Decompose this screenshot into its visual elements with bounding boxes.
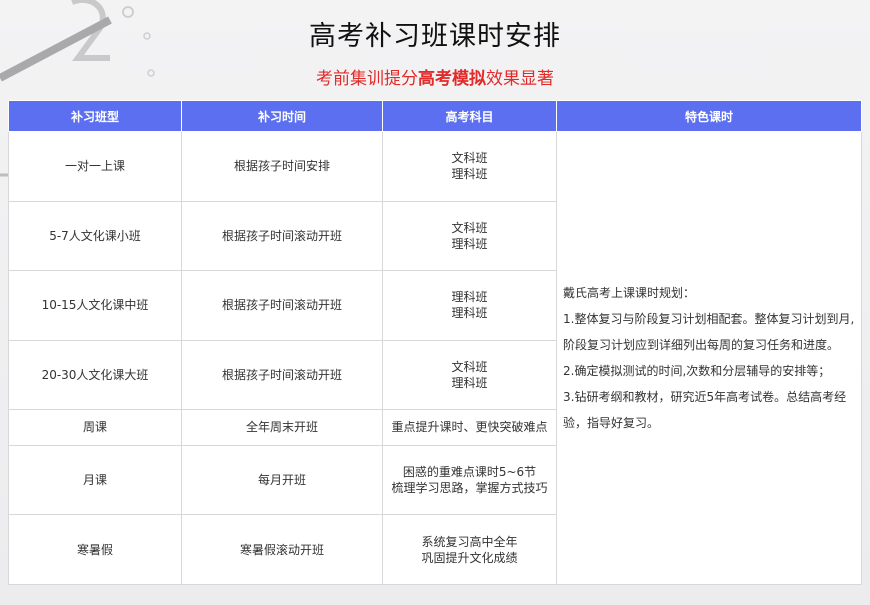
- subject-cell: 文科班 理科班: [382, 339, 557, 411]
- header-exam-subject: 高考科目: [382, 100, 557, 132]
- subject-line: 理科班: [451, 306, 488, 321]
- class-type-cell: 月课: [8, 444, 182, 516]
- page-subtitle: 考前集训提分高考模拟效果显著: [0, 64, 870, 89]
- subject-line: 系统复习高中全年: [421, 534, 518, 549]
- subject-line: 文科班: [451, 151, 488, 166]
- subject-cell: 困惑的重难点课时5~6节 梳理学习思路，掌握方式技巧: [382, 444, 557, 516]
- subtitle-prefix: 考前集训提分: [316, 69, 418, 89]
- feature-intro: 戴氏高考上课课时规划：: [563, 286, 696, 300]
- header-class-type: 补习班型: [8, 100, 182, 132]
- subject-line: 巩固提升文化成绩: [421, 550, 518, 565]
- class-type-cell: 一对一上课: [8, 131, 182, 202]
- subtitle-highlight: 高考模拟: [418, 69, 486, 89]
- class-time-cell: 根据孩子时间安排: [181, 131, 383, 202]
- page-title: 高考补习班课时安排: [309, 21, 561, 52]
- class-time-cell: 根据孩子时间滚动开班: [181, 270, 383, 341]
- subject-line: 文科班: [451, 359, 488, 374]
- subject-cell: 文科班 理科班: [382, 200, 557, 272]
- table-row: 一对一上课 根据孩子时间安排 文科班 理科班 戴氏高考上课课时规划： 1.整体复…: [8, 131, 862, 585]
- subject-line: 理科班: [451, 290, 488, 305]
- subject-line: 重点提升课时、更快突破难点: [391, 420, 548, 435]
- subject-line: 理科班: [451, 236, 488, 251]
- header-class-time: 补习时间: [181, 100, 383, 132]
- subject-cell: 理科班 理科班: [382, 270, 557, 341]
- feature-point: 3.钻研考纲和教材，研究近5年高考试卷。总结高考经验，指导好复习。: [563, 390, 847, 430]
- class-time-cell: 每月开班: [181, 444, 383, 516]
- subject-cell: 文科班 理科班: [382, 131, 557, 202]
- subject-line: 文科班: [451, 220, 488, 235]
- class-time-cell: 全年周末开班: [181, 409, 383, 446]
- feature-lessons-cell: 戴氏高考上课课时规划： 1.整体复习与阶段复习计划相配套。整体复习计划到月,阶段…: [556, 131, 862, 585]
- feature-point: 1.整体复习与阶段复习计划相配套。整体复习计划到月,阶段复习计划应到详细列出每周…: [563, 312, 855, 352]
- class-type-cell: 5-7人文化课小班: [8, 200, 182, 272]
- subject-line: 理科班: [451, 167, 488, 182]
- class-type-cell: 10-15人文化课中班: [8, 270, 182, 341]
- class-type-cell: 周课: [8, 409, 182, 446]
- class-time-cell: 根据孩子时间滚动开班: [181, 339, 383, 411]
- subject-line: 梳理学习思路，掌握方式技巧: [391, 481, 548, 496]
- subject-cell: 重点提升课时、更快突破难点: [382, 409, 557, 446]
- feature-point: 2.确定模拟测试的时间,次数和分层辅导的安排等；: [563, 364, 831, 378]
- subject-line: 理科班: [451, 375, 488, 390]
- subject-line: 困惑的重难点课时5~6节: [402, 465, 537, 480]
- schedule-table: 补习班型 补习时间 高考科目 特色课时 一对一上课 根据孩子时间安排 文科班 理…: [8, 100, 862, 585]
- class-type-cell: 寒暑假: [8, 514, 182, 585]
- class-time-cell: 根据孩子时间滚动开班: [181, 200, 383, 272]
- subject-cell: 系统复习高中全年 巩固提升文化成绩: [382, 514, 557, 585]
- header-feature-lessons: 特色课时: [556, 100, 862, 132]
- class-type-cell: 20-30人文化课大班: [8, 339, 182, 411]
- table-header-row: 补习班型 补习时间 高考科目 特色课时: [8, 100, 862, 132]
- class-time-cell: 寒暑假滚动开班: [181, 514, 383, 585]
- subtitle-suffix: 效果显著: [486, 69, 554, 89]
